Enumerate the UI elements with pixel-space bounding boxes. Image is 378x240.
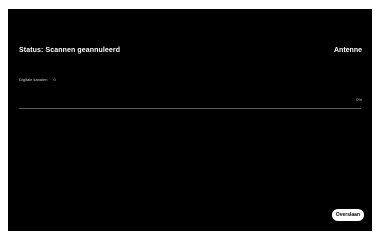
- skip-button[interactable]: Overslaan: [331, 209, 364, 221]
- scan-progress-percent: 0%: [356, 97, 362, 102]
- scan-screen: Status: Scannen geannuleerd Antenne Digi…: [8, 9, 372, 231]
- digital-channels-row: Digitale kanalen 0: [19, 77, 56, 82]
- signal-source-label: Antenne: [334, 47, 362, 54]
- scan-progress-bar: [19, 108, 361, 109]
- digital-channels-count: 0: [53, 77, 56, 82]
- display-frame: Status: Scannen geannuleerd Antenne Digi…: [0, 0, 378, 240]
- scan-status-title: Status: Scannen geannuleerd: [19, 47, 121, 54]
- digital-channels-label: Digitale kanalen: [19, 77, 48, 82]
